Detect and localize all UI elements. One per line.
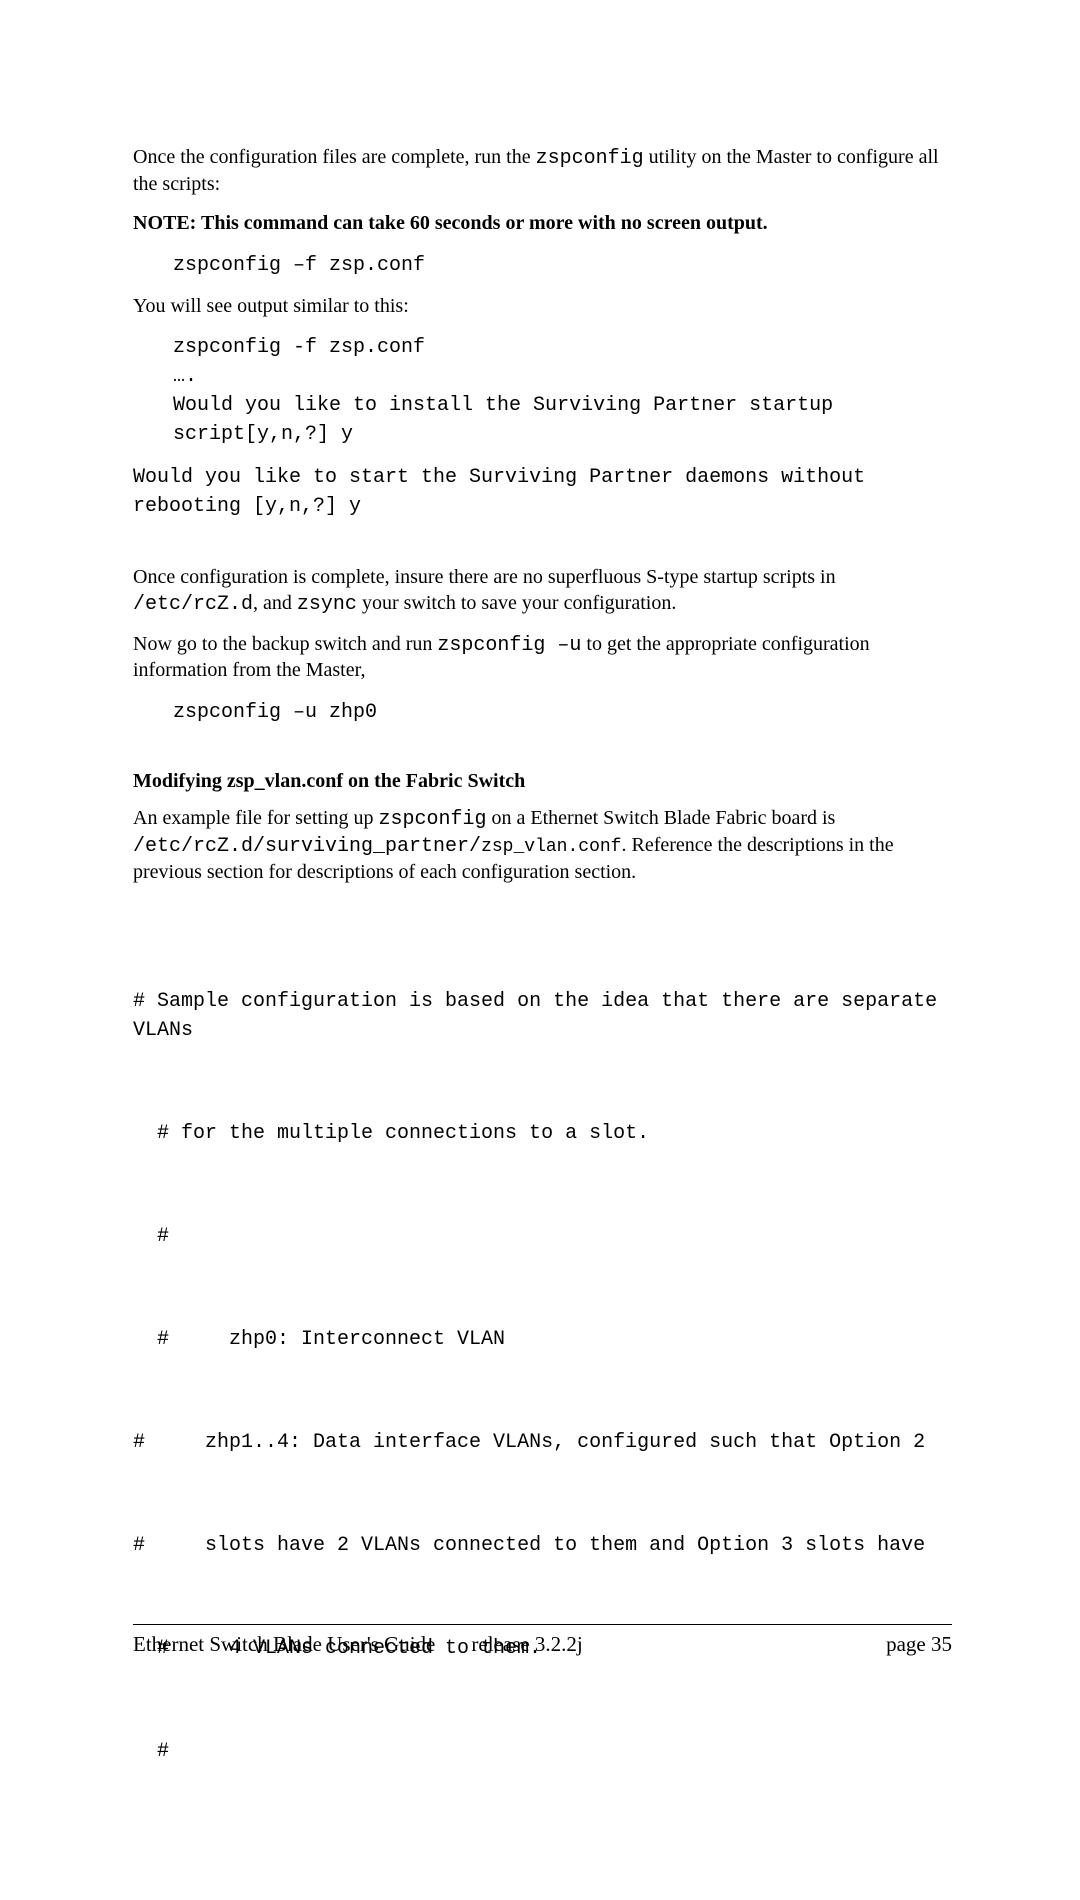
footer-rule	[133, 1624, 952, 1625]
code-block-2: zspconfig -f zsp.conf …. Would you like …	[173, 333, 952, 449]
text: An example file for setting up	[133, 807, 379, 829]
sample-line: #	[157, 1737, 952, 1766]
text: Once configuration is complete, insure t…	[133, 566, 836, 588]
section-heading: Modifying zsp_vlan.conf on the Fabric Sw…	[133, 769, 952, 795]
paragraph-intro: Once the configuration files are complet…	[133, 145, 952, 197]
code-inline: /etc/rcZ.d/surviving_partner/	[133, 835, 481, 858]
text: on a Ethernet Switch Blade Fabric board …	[487, 807, 836, 829]
text: , and	[253, 592, 297, 614]
sample-line: # zhp1..4: Data interface VLANs, configu…	[133, 1428, 952, 1457]
note-line: NOTE: This command can take 60 seconds o…	[133, 211, 952, 237]
footer-release: release 3.2.2j	[471, 1631, 582, 1658]
code-block-2b: Would you like to start the Surviving Pa…	[133, 463, 952, 521]
sample-line: #	[157, 1222, 952, 1251]
paragraph-backup-switch: Now go to the backup switch and run zspc…	[133, 632, 952, 684]
paragraph-example-file: An example file for setting up zspconfig…	[133, 806, 952, 885]
text: your switch to save your configuration.	[357, 592, 676, 614]
paragraph-post-config: Once configuration is complete, insure t…	[133, 565, 952, 617]
code-inline: /etc/rcZ.d	[133, 593, 253, 616]
document-page: Once the configuration files are complet…	[0, 0, 1080, 1900]
code-inline: zspconfig	[536, 147, 644, 170]
sample-config-block: # Sample configuration is based on the i…	[133, 929, 952, 1840]
code-inline: zsync	[297, 593, 357, 616]
sample-line: # for the multiple connections to a slot…	[157, 1119, 952, 1148]
footer-page-number: page 35	[886, 1631, 952, 1658]
code-inline: zspconfig –u	[437, 634, 581, 657]
footer-title: Ethernet Switch Blade User's Guide	[133, 1631, 435, 1658]
paragraph-output-intro: You will see output similar to this:	[133, 294, 952, 320]
text: Now go to the backup switch and run	[133, 633, 437, 655]
page-footer: Ethernet Switch Blade User's Guide relea…	[133, 1624, 952, 1658]
code-inline: zspconfig	[379, 808, 487, 831]
code-block-3: zspconfig –u zhp0	[173, 698, 952, 727]
sample-line: # slots have 2 VLANs connected to them a…	[133, 1531, 952, 1560]
code-inline-small: zsp_vlan.conf	[481, 837, 621, 857]
text: Once the configuration files are complet…	[133, 146, 536, 168]
sample-line: # zhp0: Interconnect VLAN	[157, 1325, 952, 1354]
code-block-1: zspconfig –f zsp.conf	[173, 251, 952, 280]
sample-line: # Sample configuration is based on the i…	[133, 987, 952, 1045]
